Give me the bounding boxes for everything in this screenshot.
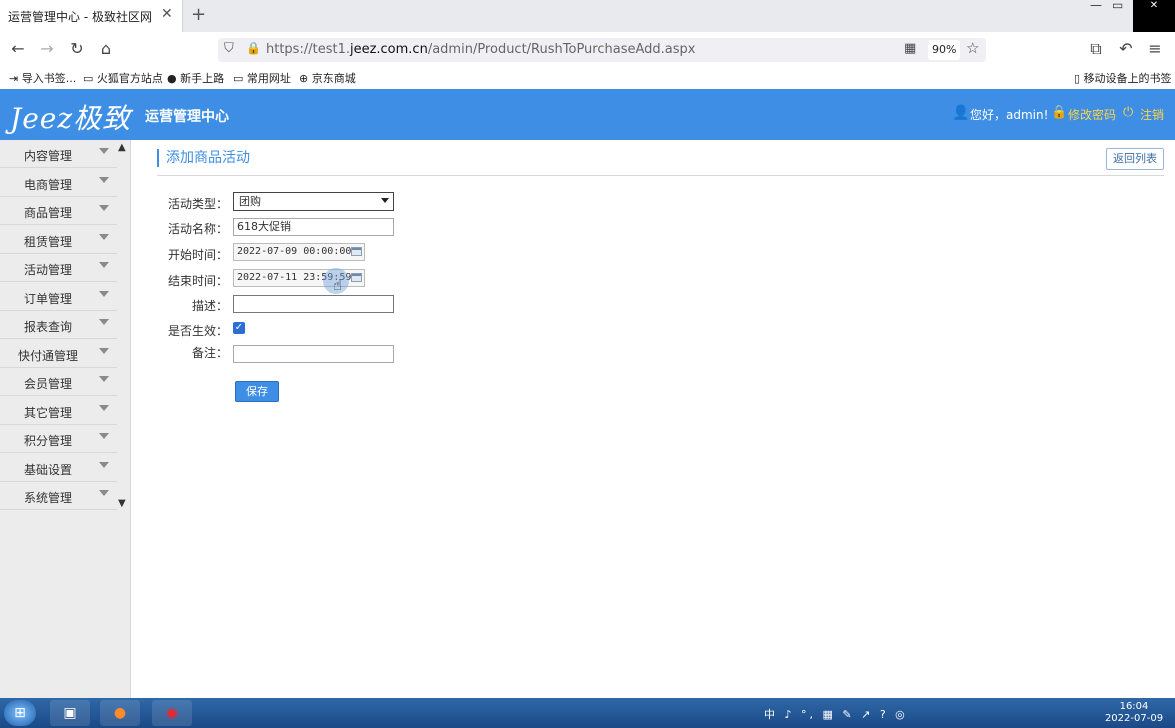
user-greeting: 您好，admin! <box>970 108 1049 122</box>
bookmark-star-icon[interactable]: ☆ <box>966 39 979 57</box>
caret-down-icon <box>99 462 109 468</box>
windows-start-icon[interactable]: ⊞ <box>4 700 36 726</box>
bookmark-import[interactable]: ⇥ 导入书签... <box>9 70 76 86</box>
new-tab-icon[interactable]: + <box>191 4 206 25</box>
caret-down-icon <box>99 234 109 240</box>
calendar-icon[interactable] <box>351 247 362 256</box>
menu-icon[interactable]: ≡ <box>1145 39 1165 59</box>
browser-tab[interactable]: 运营管理中心 - 极致社区网 ✕ <box>0 0 183 32</box>
lock-icon[interactable]: 🔒 <box>246 41 261 55</box>
sidebar-item-orders[interactable]: 订单管理 <box>0 283 117 311</box>
is-active-checkbox[interactable]: ✓ <box>233 322 245 334</box>
user-icon: 👤 <box>952 105 970 121</box>
change-password-link[interactable]: 修改密码 <box>1068 106 1116 123</box>
caret-down-icon <box>99 490 109 496</box>
start-time-input[interactable]: 2022-07-09 00:00:00 <box>233 243 365 261</box>
padlock-icon: 🔒 <box>1051 105 1068 120</box>
taskbar-recorder-icon[interactable]: ◉ <box>152 700 192 726</box>
sidebar-item-ecommerce[interactable]: 电商管理 <box>0 169 117 197</box>
caret-down-icon <box>99 433 109 439</box>
activity-name-input[interactable]: 618大促销 <box>233 218 394 236</box>
system-clock[interactable]: 16:04 2022-07-09 <box>1095 701 1173 725</box>
sidebar-item-other[interactable]: 其它管理 <box>0 397 117 425</box>
sidebar-item-products[interactable]: 商品管理 <box>0 197 117 225</box>
forward-arrow-icon[interactable]: → <box>37 39 57 59</box>
caret-down-icon <box>99 177 109 183</box>
activity-type-label: 活动类型： <box>167 197 228 211</box>
description-label: 描述： <box>191 299 228 313</box>
close-tab-icon[interactable]: ✕ <box>161 6 173 22</box>
end-time-label: 结束时间： <box>167 274 228 288</box>
caret-down-icon <box>99 319 109 325</box>
remark-label: 备注： <box>191 346 228 360</box>
app-header: Jeez极致 运营管理中心 👤 您好，admin! 🔒 修改密码 ⏻ 注销 <box>0 89 1175 140</box>
bookmark-firefox-site[interactable]: ▭ 火狐官方站点 <box>83 70 163 86</box>
sidebar-item-system[interactable]: 系统管理 <box>0 482 117 510</box>
caret-down-icon <box>99 205 109 211</box>
save-button[interactable]: 保存 <box>235 381 279 402</box>
qr-code-icon[interactable]: ▦ <box>904 41 916 56</box>
scroll-down-icon[interactable]: ▼ <box>118 498 126 509</box>
undo-icon[interactable]: ↶ <box>1116 39 1136 59</box>
caret-down-icon <box>99 405 109 411</box>
sidebar-item-rental[interactable]: 租赁管理 <box>0 226 117 254</box>
sidebar-item-content[interactable]: 内容管理 <box>0 140 117 168</box>
address-bar[interactable]: ⛉ 🔒 https://test1.jeez.com.cn/admin/Prod… <box>218 38 986 62</box>
bookmarks-bar: ⇥ 导入书签... ▭ 火狐官方站点 ● 新手上路 ▭ 常用网址 ⊕ 京东商城 … <box>0 66 1175 88</box>
taskbar-explorer-icon[interactable]: ▣ <box>50 700 90 726</box>
sidebar-item-members[interactable]: 会员管理 <box>0 368 117 396</box>
power-icon: ⏻ <box>1123 105 1134 120</box>
app-title: 运营管理中心 <box>145 109 229 125</box>
browser-tab-bar: 运营管理中心 - 极致社区网 ✕ + — ▭ ✕ <box>0 0 1175 32</box>
sidebar: 内容管理 电商管理 商品管理 租赁管理 活动管理 订单管理 报表查询 快付通管理… <box>0 140 131 698</box>
bookmark-getting-started[interactable]: ● 新手上路 <box>167 70 224 86</box>
sidebar-item-quickpay[interactable]: 快付通管理 <box>0 340 117 368</box>
minimize-icon[interactable]: — <box>1090 0 1102 11</box>
remark-input[interactable] <box>233 345 394 363</box>
caret-down-icon <box>99 148 109 154</box>
title-divider <box>157 175 1164 176</box>
calendar-icon[interactable] <box>351 273 362 282</box>
system-tray-icons[interactable]: 中 ♪ °, ▦ ✎ ↗ ? ◎ <box>764 706 908 722</box>
sidebar-item-reports[interactable]: 报表查询 <box>0 311 117 339</box>
caret-down-icon <box>99 262 109 268</box>
activity-name-label: 活动名称： <box>167 222 228 236</box>
logout-link[interactable]: 注销 <box>1140 106 1164 123</box>
zoom-level-badge[interactable]: 90% <box>928 40 961 60</box>
caret-down-icon <box>99 376 109 382</box>
description-input[interactable] <box>233 295 394 313</box>
scroll-up-icon[interactable]: ▲ <box>118 142 126 153</box>
activity-type-select[interactable]: 团购 <box>233 192 394 211</box>
url-text[interactable]: https://test1.jeez.com.cn/admin/Product/… <box>266 42 695 57</box>
reload-icon[interactable]: ↻ <box>67 39 87 59</box>
mobile-bookmarks[interactable]: ▯ 移动设备上的书签 <box>1074 70 1172 86</box>
maximize-icon[interactable]: ▭ <box>1112 0 1123 11</box>
hand-cursor-icon: ☝ <box>333 276 343 294</box>
caret-down-icon <box>99 348 109 354</box>
home-icon[interactable]: ⌂ <box>96 39 116 59</box>
bookmark-common-sites[interactable]: ▭ 常用网址 <box>233 70 291 86</box>
back-to-list-button[interactable]: 返回列表 <box>1106 148 1164 170</box>
tab-title: 运营管理中心 - 极致社区网 <box>8 10 152 24</box>
is-active-label: 是否生效： <box>167 324 228 338</box>
taskbar-firefox-icon[interactable]: ● <box>100 700 140 726</box>
bookmark-jd[interactable]: ⊕ 京东商城 <box>299 70 356 86</box>
page-title: 添加商品活动 <box>157 149 250 167</box>
shield-icon[interactable]: ⛉ <box>224 41 234 56</box>
chevron-down-icon <box>381 198 389 203</box>
sidebar-item-basic-settings[interactable]: 基础设置 <box>0 454 117 482</box>
screenshot-crop-icon[interactable]: ⧉ <box>1086 39 1106 59</box>
caret-down-icon <box>99 291 109 297</box>
window-close-icon[interactable]: ✕ <box>1133 0 1175 32</box>
back-arrow-icon[interactable]: ← <box>8 39 28 59</box>
jeez-logo: Jeez极致 <box>10 102 132 135</box>
windows-taskbar: ⊞ ▣ ● ◉ 中 ♪ °, ▦ ✎ ↗ ? ◎ 16:04 2022-07-0… <box>0 698 1175 728</box>
sidebar-item-points[interactable]: 积分管理 <box>0 425 117 453</box>
start-time-label: 开始时间： <box>167 248 228 262</box>
sidebar-item-activities[interactable]: 活动管理 <box>0 254 117 282</box>
